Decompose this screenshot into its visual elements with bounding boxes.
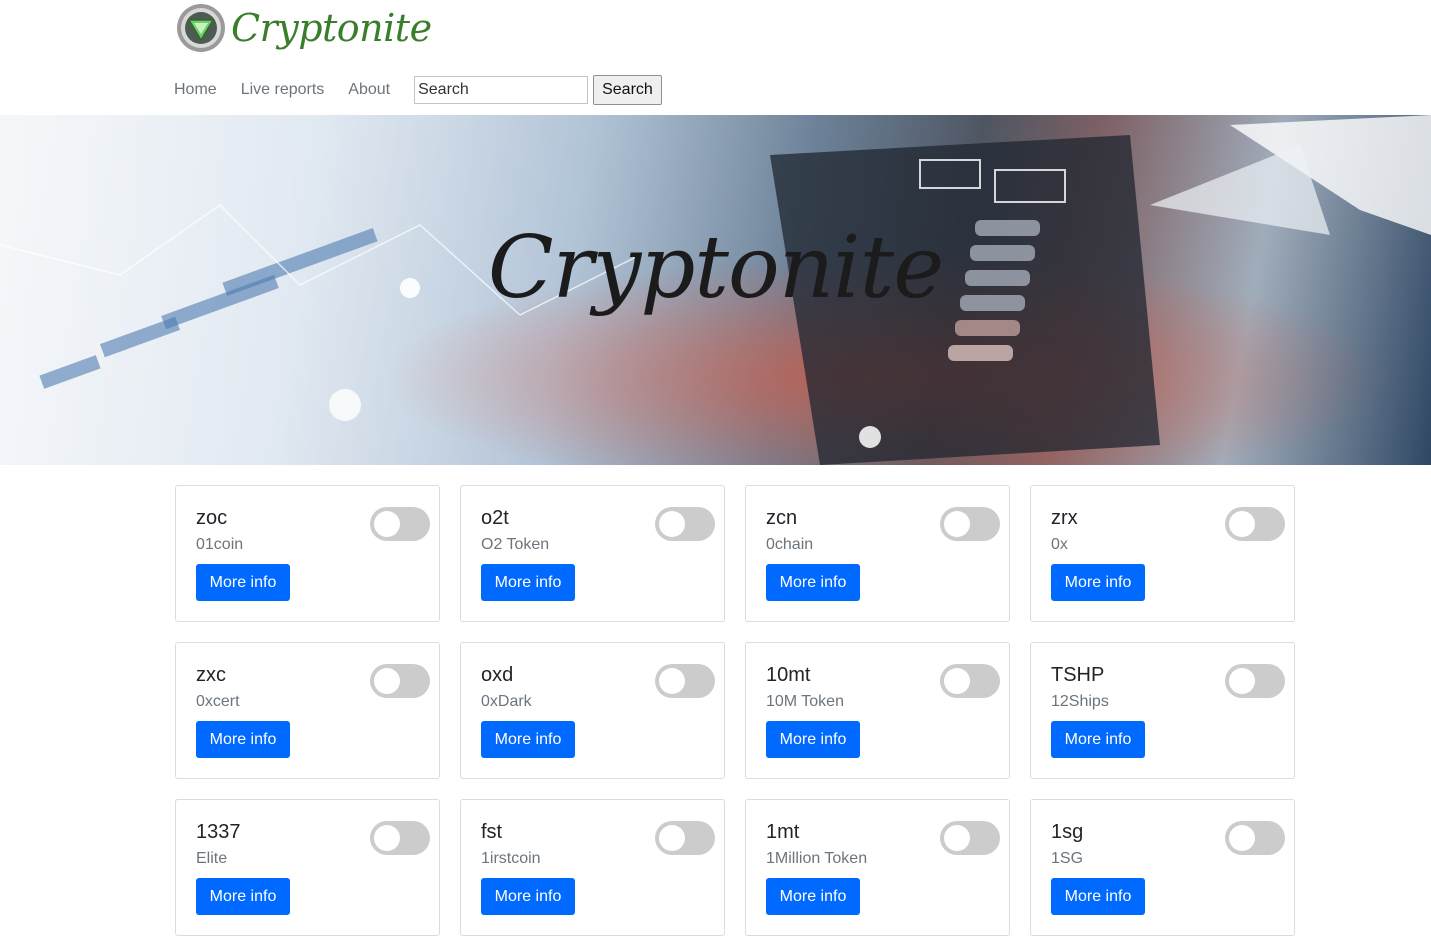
coin-toggle[interactable] bbox=[940, 664, 1000, 698]
toggle-knob bbox=[374, 511, 400, 537]
coin-card: o2t O2 Token More info bbox=[460, 485, 725, 622]
coin-symbol: zxc bbox=[196, 664, 226, 686]
coin-symbol: 1mt bbox=[766, 821, 800, 843]
coin-symbol: zcn bbox=[766, 507, 798, 529]
coin-card: zxc 0xcert More info bbox=[175, 642, 440, 779]
toggle-knob bbox=[1229, 825, 1255, 851]
search-button[interactable]: Search bbox=[593, 75, 662, 105]
site-logo[interactable]: Cryptonite bbox=[175, 2, 432, 54]
coin-grid: zoc 01coin More info o2t O2 Token More i… bbox=[175, 485, 1295, 936]
coin-card: fst 1irstcoin More info bbox=[460, 799, 725, 936]
coin-name: 0xcert bbox=[196, 693, 240, 710]
coin-card: 10mt 10M Token More info bbox=[745, 642, 1010, 779]
hero-title: Cryptonite bbox=[487, 218, 944, 318]
coin-toggle[interactable] bbox=[940, 821, 1000, 855]
toggle-knob bbox=[374, 668, 400, 694]
coin-symbol: o2t bbox=[481, 507, 509, 529]
coin-name: 0chain bbox=[766, 536, 814, 553]
more-info-button[interactable]: More info bbox=[766, 878, 860, 915]
more-info-button[interactable]: More info bbox=[766, 721, 860, 758]
coin-name: 1SG bbox=[1051, 850, 1084, 867]
coin-toggle[interactable] bbox=[1225, 507, 1285, 541]
hero-banner: Cryptonite bbox=[0, 115, 1431, 465]
more-info-button[interactable]: More info bbox=[1051, 564, 1145, 601]
logo-text: Cryptonite bbox=[231, 6, 432, 50]
toggle-knob bbox=[944, 511, 970, 537]
coin-toggle[interactable] bbox=[370, 821, 430, 855]
search-input[interactable] bbox=[414, 76, 589, 104]
coin-toggle[interactable] bbox=[940, 507, 1000, 541]
coin-name: 0xDark bbox=[481, 693, 532, 710]
more-info-button[interactable]: More info bbox=[1051, 878, 1145, 915]
more-info-button[interactable]: More info bbox=[481, 564, 575, 601]
coin-card: 1sg 1SG More info bbox=[1030, 799, 1295, 936]
coin-toggle[interactable] bbox=[655, 507, 715, 541]
coin-card: oxd 0xDark More info bbox=[460, 642, 725, 779]
toggle-knob bbox=[659, 825, 685, 851]
coin-symbol: TSHP bbox=[1051, 664, 1105, 686]
toggle-knob bbox=[374, 825, 400, 851]
more-info-button[interactable]: More info bbox=[481, 878, 575, 915]
toggle-knob bbox=[1229, 668, 1255, 694]
coin-card: zrx 0x More info bbox=[1030, 485, 1295, 622]
coin-toggle[interactable] bbox=[370, 507, 430, 541]
toggle-knob bbox=[1229, 511, 1255, 537]
nav-live-reports[interactable]: Live reports bbox=[241, 81, 325, 99]
coin-symbol: oxd bbox=[481, 664, 514, 686]
coin-symbol: 10mt bbox=[766, 664, 811, 686]
coin-symbol: zoc bbox=[196, 507, 228, 529]
toggle-knob bbox=[944, 825, 970, 851]
toggle-knob bbox=[944, 668, 970, 694]
coin-name: O2 Token bbox=[481, 536, 550, 553]
more-info-button[interactable]: More info bbox=[1051, 721, 1145, 758]
coin-symbol: zrx bbox=[1051, 507, 1078, 529]
coin-card: zoc 01coin More info bbox=[175, 485, 440, 622]
logo-shield-icon bbox=[177, 4, 225, 52]
coin-toggle[interactable] bbox=[1225, 664, 1285, 698]
coin-symbol: 1sg bbox=[1051, 821, 1084, 843]
more-info-button[interactable]: More info bbox=[766, 564, 860, 601]
coin-name: Elite bbox=[196, 850, 228, 867]
coin-name: 10M Token bbox=[766, 693, 844, 710]
more-info-button[interactable]: More info bbox=[481, 721, 575, 758]
coin-card: TSHP 12Ships More info bbox=[1030, 642, 1295, 779]
coin-toggle[interactable] bbox=[655, 664, 715, 698]
coin-toggle[interactable] bbox=[370, 664, 430, 698]
coin-name: 1irstcoin bbox=[481, 850, 541, 867]
coin-symbol: fst bbox=[481, 821, 503, 843]
coin-name: 1Million Token bbox=[766, 850, 868, 867]
coin-card: zcn 0chain More info bbox=[745, 485, 1010, 622]
coin-name: 01coin bbox=[196, 536, 244, 553]
nav-home[interactable]: Home bbox=[174, 81, 217, 99]
more-info-button[interactable]: More info bbox=[196, 721, 290, 758]
more-info-button[interactable]: More info bbox=[196, 878, 290, 915]
coin-card: 1337 Elite More info bbox=[175, 799, 440, 936]
coin-toggle[interactable] bbox=[655, 821, 715, 855]
coin-name: 12Ships bbox=[1051, 693, 1109, 710]
main-nav: Home Live reports About Search bbox=[174, 74, 662, 106]
coin-name: 0x bbox=[1051, 536, 1068, 553]
coin-toggle[interactable] bbox=[1225, 821, 1285, 855]
nav-about[interactable]: About bbox=[348, 81, 390, 99]
more-info-button[interactable]: More info bbox=[196, 564, 290, 601]
coin-card: 1mt 1Million Token More info bbox=[745, 799, 1010, 936]
toggle-knob bbox=[659, 511, 685, 537]
toggle-knob bbox=[659, 668, 685, 694]
coin-symbol: 1337 bbox=[196, 821, 241, 843]
